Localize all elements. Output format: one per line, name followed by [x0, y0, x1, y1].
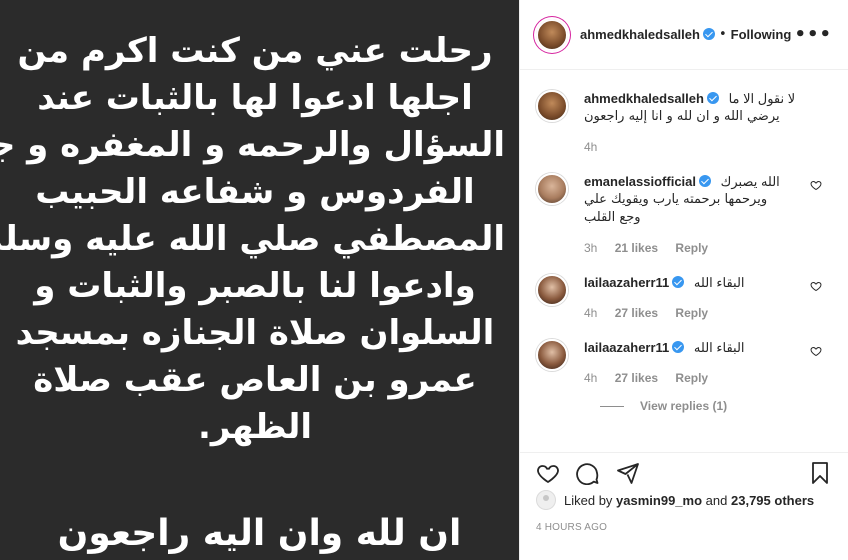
post-image-text: رحلت عني من كنت اكرم من اجلها ادعوا لها …: [0, 28, 505, 451]
post-image[interactable]: رحلت عني من كنت اكرم من اجلها ادعوا لها …: [0, 0, 519, 560]
verified-badge-icon: [706, 92, 719, 104]
reply-button[interactable]: Reply: [675, 306, 708, 320]
save-bookmark-icon[interactable]: [808, 461, 832, 485]
caption-text-line: يرضي الله و ان لله و انا إليه راجعون: [584, 109, 780, 124]
view-replies-divider: [600, 405, 624, 407]
comment-time[interactable]: 4h: [584, 371, 597, 385]
caption-text: لا نقول الا ما: [728, 91, 796, 106]
more-options-icon[interactable]: •••: [794, 25, 832, 43]
post-text-line: وادعوا لنا بالصبر والثبات و: [34, 266, 476, 306]
view-replies-button[interactable]: View replies (1): [600, 399, 832, 413]
comment-bubble-icon[interactable]: [576, 461, 600, 485]
comment-item: lailaazaherr11 البقاء الله 4h 27 likes R…: [536, 274, 832, 320]
share-direct-icon[interactable]: [616, 461, 640, 485]
post-sidebar: ahmedkhaledsalleh • Following ••• ahmedk…: [519, 0, 848, 560]
view-replies-label: View replies (1): [640, 399, 728, 413]
comments-list[interactable]: ahmedkhaledsalleh لا نقول الا ما يرضي ال…: [520, 71, 848, 451]
like-comment-icon[interactable]: [810, 280, 822, 292]
comment-text-line: وجع القلب: [584, 210, 641, 225]
post-timestamp[interactable]: 4 HOURS AGO: [536, 522, 607, 533]
reply-button[interactable]: Reply: [675, 371, 708, 385]
comment-text: البقاء الله: [693, 340, 745, 355]
author-avatar[interactable]: [536, 18, 568, 51]
liker-username[interactable]: yasmin99_mo: [616, 493, 702, 508]
post-text-line: الظهر.: [197, 407, 313, 447]
post-actions-bar: [520, 452, 848, 492]
like-comment-icon[interactable]: [810, 345, 822, 357]
comment-text: البقاء الله: [693, 275, 745, 290]
commenter-username[interactable]: emanelassiofficial: [584, 174, 711, 189]
commenter-username[interactable]: lailaazaherr11: [584, 340, 685, 355]
header-separator: •: [718, 27, 727, 42]
post-image-footer-text: ان لله وان اليه راجعون: [57, 513, 462, 554]
verified-badge-icon: [699, 175, 711, 187]
post-text-line: السؤال والرحمه و المغفره و جنة: [0, 125, 505, 165]
verified-badge-icon: [702, 28, 715, 40]
post-text-line: عمرو بن العاص عقب صلاة: [33, 360, 477, 400]
comment-item: emanelassiofficial الله يصبرك ويرحمها بر…: [536, 173, 832, 255]
commenter-username[interactable]: lailaazaherr11: [584, 275, 685, 290]
likes-summary: Liked by yasmin99_mo and 23,795 others: [536, 490, 832, 510]
post-header: ahmedkhaledsalleh • Following •••: [520, 0, 848, 70]
comment-time[interactable]: 3h: [584, 241, 597, 255]
like-comment-icon[interactable]: [810, 179, 822, 191]
likes-count[interactable]: 23,795 others: [731, 493, 814, 508]
post-text-line: المصطفي صلي الله عليه وسلم: [0, 219, 505, 259]
comment-likes[interactable]: 21 likes: [615, 241, 658, 255]
like-heart-icon[interactable]: [536, 461, 560, 485]
caption-time[interactable]: 4h: [584, 140, 597, 154]
post-text-line: اجلها ادعوا لها بالثبات عند: [37, 78, 473, 118]
caption-username[interactable]: ahmedkhaledsalleh: [584, 91, 719, 106]
comment-likes[interactable]: 27 likes: [615, 306, 658, 320]
commenter-avatar[interactable]: [536, 339, 568, 371]
caption-avatar[interactable]: [536, 90, 568, 122]
likes-prefix: Liked by: [564, 492, 613, 508]
caption: ahmedkhaledsalleh لا نقول الا ما يرضي ال…: [536, 90, 832, 154]
comment-likes[interactable]: 27 likes: [615, 371, 658, 385]
verified-badge-icon: [672, 341, 685, 353]
post-text-line: رحلت عني من كنت اكرم من: [17, 31, 493, 71]
post-text-line: السلوان صلاة الجنازه بمسجد: [15, 313, 495, 353]
author-username[interactable]: ahmedkhaledsalleh: [580, 27, 715, 42]
comment-item: lailaazaherr11 البقاء الله 4h 27 likes R…: [536, 339, 832, 385]
comment-text: الله يصبرك: [720, 174, 780, 189]
post-text-line: الفردوس و شفاعه الحبيب: [35, 172, 475, 212]
liker-avatar[interactable]: [536, 490, 556, 510]
commenter-avatar[interactable]: [536, 274, 568, 306]
verified-badge-icon: [672, 276, 685, 288]
comment-text-line: ويرحمها برحمته يارب ويقويك علي: [584, 192, 768, 207]
commenter-avatar[interactable]: [536, 173, 568, 205]
reply-button[interactable]: Reply: [675, 241, 708, 255]
comment-time[interactable]: 4h: [584, 306, 597, 320]
likes-middle: and: [705, 492, 728, 508]
following-button[interactable]: Following: [731, 27, 792, 42]
